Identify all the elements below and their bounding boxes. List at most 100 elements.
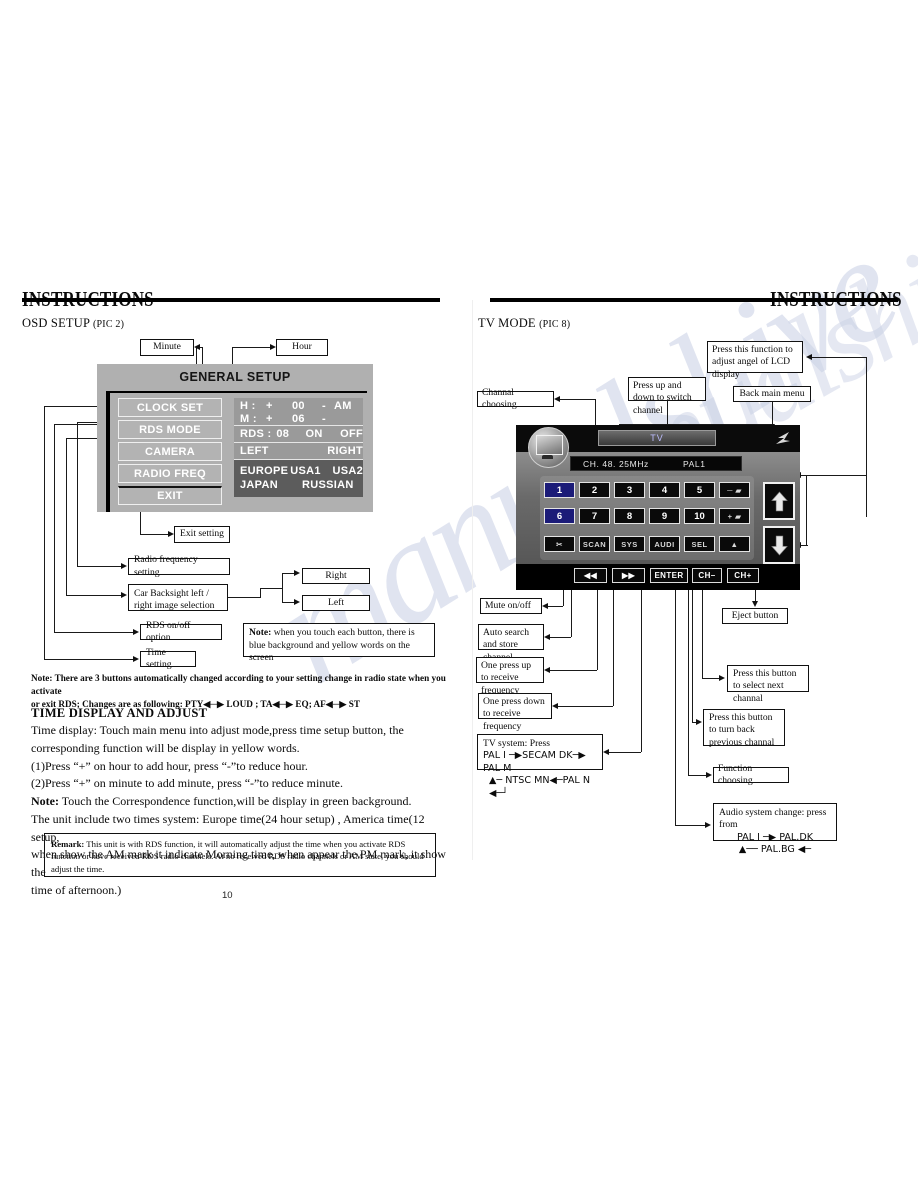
tv-arrow-down-button[interactable]	[763, 526, 795, 564]
connector-selectnext-v	[702, 590, 704, 678]
osd-region-usa1[interactable]: USA1	[290, 465, 332, 477]
connector-angle-v2	[806, 475, 808, 545]
tv-key-eject[interactable]: ▲	[719, 536, 750, 552]
callout-time-setting: Time setting	[140, 647, 196, 670]
connector-clockset-arrow	[133, 656, 139, 662]
osd-region-usa2[interactable]: USA2	[332, 465, 363, 477]
connector-autosearch-arrow	[544, 634, 550, 640]
osd-minute-value: 06	[292, 413, 305, 425]
connector-minute-arrowhead	[194, 344, 200, 350]
tv-key-5[interactable]: 5	[684, 482, 715, 498]
osd-camera-right[interactable]: RIGHT	[327, 445, 363, 457]
connector-rdsmode-arrow	[133, 629, 139, 635]
osd-region-russian[interactable]: RUSSIAN	[302, 479, 354, 491]
connector-lr-h1	[228, 597, 260, 599]
osd-button-radio-freq[interactable]: RADIO FREQ	[118, 464, 222, 483]
osd-camera-left[interactable]: LEFT	[240, 445, 327, 457]
osd-minute-minus[interactable]: -	[322, 413, 334, 425]
connector-lr-h2	[260, 588, 282, 590]
osd-rds-label: RDS :	[240, 428, 272, 440]
tv-key-prev-channel[interactable]: ─ ▰	[719, 482, 750, 498]
callout-back-main-menu: Back main menu	[733, 386, 811, 402]
osd-title: GENERAL SETUP	[179, 370, 291, 384]
page-number: 10	[222, 890, 233, 901]
tv-key-9[interactable]: 9	[649, 508, 680, 524]
tv-info-bar: CH. 48. 25MHz PAL1	[570, 456, 742, 471]
callout-adjust-angle: Press this function to adjust angel of L…	[707, 341, 803, 380]
tv-keypad: 1 2 3 4 5 ─ ▰ 6 7 8 9 10 + ▰ ✂ SCAN SYS …	[540, 476, 754, 560]
osd-rds-on[interactable]: ON	[306, 428, 341, 440]
osd-hour-ampm: AM	[334, 400, 352, 412]
callout-note-touch-text: when you touch each button, there is blu…	[249, 627, 415, 664]
manual-page: manualshive manualshive INSTRUCTIONS OSD…	[0, 0, 918, 1188]
callout-channel-choosing: Channal choosing	[477, 387, 554, 410]
callout-minute: Minute	[140, 339, 194, 356]
connector-radiofreq-arrow	[121, 563, 127, 569]
tv-key-mute[interactable]: ✂	[544, 536, 575, 552]
tv-button-rewind[interactable]: ◀◀	[574, 568, 607, 583]
callout-select-next: Press this button to select next channal	[727, 665, 809, 704]
tv-key-8[interactable]: 8	[614, 508, 645, 524]
remark-label: Remark:	[51, 839, 85, 849]
osd-button-clock-set[interactable]: CLOCK SET	[118, 398, 222, 417]
callout-audio-line1: PAL I ─▶ PAL.DK	[736, 831, 814, 843]
osd-region-row-2: JAPAN RUSSIAN	[240, 479, 363, 491]
tv-key-next-channel[interactable]: + ▰	[719, 508, 750, 524]
left-section-tag: (PIC 2)	[93, 319, 125, 330]
tv-key-audi[interactable]: AUDI	[649, 536, 680, 552]
connector-clockset-h-top	[44, 406, 103, 408]
tv-keys-row-2: 6 7 8 9 10 + ▰	[544, 508, 750, 524]
osd-menu-column: CLOCK SET RDS MODE CAMERA RADIO FREQ EXI…	[118, 398, 222, 508]
connector-audio-h	[675, 825, 705, 827]
tv-source-icon[interactable]	[528, 427, 569, 468]
connector-pressup-h	[550, 670, 597, 672]
tv-button-ch-down[interactable]: CH–	[692, 568, 722, 583]
tv-key-sys[interactable]: SYS	[614, 536, 645, 552]
connector-channel-h	[559, 399, 595, 401]
connector-backmenu-v	[772, 402, 774, 426]
connector-lr-v2	[282, 573, 284, 603]
tv-key-4[interactable]: 4	[649, 482, 680, 498]
tv-button-ch-up[interactable]: CH+	[727, 568, 759, 583]
osd-rds-off[interactable]: OFF	[340, 428, 363, 440]
tv-keys-row-1: 1 2 3 4 5 ─ ▰	[544, 482, 750, 498]
connector-turnback-v	[692, 590, 694, 722]
back-arrow-icon[interactable]	[772, 429, 794, 447]
osd-button-camera[interactable]: CAMERA	[118, 442, 222, 461]
connector-tvsystem-v	[641, 590, 643, 752]
connector-rdsmode-h	[54, 632, 133, 634]
callout-left: Left	[302, 595, 370, 611]
time-line5-label: Note:	[31, 794, 59, 808]
tv-key-scan[interactable]: SCAN	[579, 536, 610, 552]
connector-mute-v	[563, 590, 565, 606]
tv-arrow-up-button[interactable]	[763, 482, 795, 520]
left-section-title-text: OSD SETUP	[22, 316, 90, 330]
osd-region-europe[interactable]: EUROPE	[240, 465, 290, 477]
callout-audio-system: Audio system change: press from PAL I ─▶…	[713, 803, 837, 855]
osd-region-japan[interactable]: JAPAN	[240, 479, 302, 491]
osd-minute-plus[interactable]: +	[266, 413, 292, 425]
tv-key-1[interactable]: 1	[544, 482, 575, 498]
osd-hour-value: 00	[292, 400, 305, 412]
tv-key-10[interactable]: 10	[684, 508, 715, 524]
connector-hour-hline	[232, 347, 270, 349]
osd-row-camera: LEFT RIGHT	[234, 443, 363, 460]
osd-hour-minus[interactable]: -	[322, 400, 334, 412]
tv-key-2[interactable]: 2	[579, 482, 610, 498]
osd-hour-plus[interactable]: +	[266, 400, 292, 412]
osd-button-exit[interactable]: EXIT	[118, 486, 222, 505]
tv-key-sel[interactable]: SEL	[684, 536, 715, 552]
osd-button-rds-mode[interactable]: RDS MODE	[118, 420, 222, 439]
tv-button-enter[interactable]: ENTER	[650, 568, 688, 583]
connector-tvsystem-h	[609, 752, 641, 754]
tv-button-forward[interactable]: ▶▶	[612, 568, 645, 583]
callout-tv-system-title: TV system: Press	[483, 738, 550, 749]
callout-mute: Mute on/off	[480, 598, 542, 614]
page-divider	[472, 300, 473, 860]
tv-key-6[interactable]: 6	[544, 508, 575, 524]
tv-key-3[interactable]: 3	[614, 482, 645, 498]
callout-right: Right	[302, 568, 370, 584]
right-header-rule	[490, 298, 898, 302]
tv-channel-info: CH. 48. 25MHz	[583, 459, 649, 469]
tv-key-7[interactable]: 7	[579, 508, 610, 524]
